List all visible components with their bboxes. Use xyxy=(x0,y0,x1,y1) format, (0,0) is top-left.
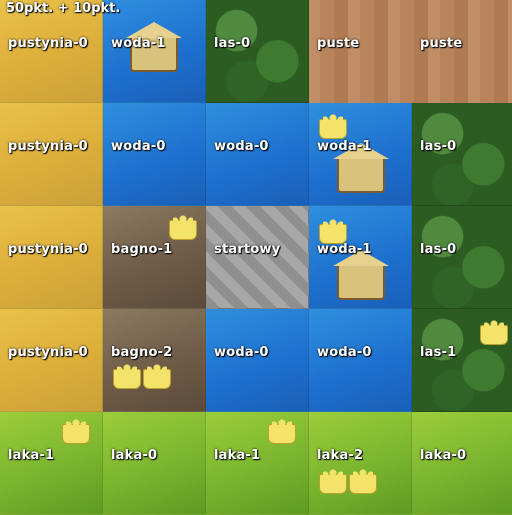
tile-r0c2: las-0 xyxy=(206,0,309,103)
crown-icon xyxy=(113,364,141,389)
tile-r3c4: las-1 xyxy=(412,309,512,412)
tile-label: puste xyxy=(317,36,360,51)
tile-r1c0: pustynia-0 xyxy=(0,103,103,206)
tile-label: woda-0 xyxy=(214,345,269,360)
tile-r4c0: laka-1 xyxy=(0,412,103,515)
tile-label: woda-1 xyxy=(317,242,372,257)
tile-label: laka-2 xyxy=(317,448,364,463)
tile-label: las-0 xyxy=(214,36,251,51)
hut-icon xyxy=(333,250,389,300)
tile-label: bagno-2 xyxy=(111,345,173,360)
tile-label: laka-1 xyxy=(214,448,261,463)
tile-r4c1: laka-0 xyxy=(103,412,206,515)
crown-icon xyxy=(319,114,347,139)
tile-label: laka-0 xyxy=(111,448,158,463)
tile-r3c0: pustynia-0 xyxy=(0,309,103,412)
tile-label: bagno-1 xyxy=(111,242,173,257)
tile-r2c3: woda-1 xyxy=(309,206,412,309)
tile-r1c2: woda-0 xyxy=(206,103,309,206)
tile-r2c2: startowy xyxy=(206,206,309,309)
tile-label: woda-1 xyxy=(111,36,166,51)
crown-icon xyxy=(319,469,347,494)
tile-label: pustynia-0 xyxy=(8,345,88,360)
tile-label: startowy xyxy=(214,242,281,257)
tile-label: las-1 xyxy=(420,345,457,360)
tile-label: woda-0 xyxy=(111,139,166,154)
tile-label: woda-1 xyxy=(317,139,372,154)
tile-r0c4: puste xyxy=(412,0,512,103)
tile-r0c3: puste xyxy=(309,0,412,103)
tile-r2c0: pustynia-0 xyxy=(0,206,103,309)
crown-icon xyxy=(349,469,377,494)
tile-label: pustynia-0 xyxy=(8,242,88,257)
tile-label: laka-1 xyxy=(8,448,55,463)
crown-icon xyxy=(268,419,296,444)
tile-r4c2: laka-1 xyxy=(206,412,309,515)
tile-r3c1: bagno-2 xyxy=(103,309,206,412)
tile-r1c4: las-0 xyxy=(412,103,512,206)
tile-r4c3: laka-2 xyxy=(309,412,412,515)
tile-r2c1: bagno-1 xyxy=(103,206,206,309)
tile-label: laka-0 xyxy=(420,448,467,463)
crown-icon xyxy=(480,320,508,345)
score-label: 50pkt. + 10pkt. xyxy=(6,1,121,16)
tile-label: pustynia-0 xyxy=(8,139,88,154)
tile-r3c2: woda-0 xyxy=(206,309,309,412)
game-board: pustynia-0 woda-1 las-0 puste puste pust… xyxy=(0,0,512,515)
tile-r3c3: woda-0 xyxy=(309,309,412,412)
tile-r2c4: las-0 xyxy=(412,206,512,309)
tile-label: woda-0 xyxy=(214,139,269,154)
tile-label: las-0 xyxy=(420,242,457,257)
tile-label: woda-0 xyxy=(317,345,372,360)
tile-r4c4: laka-0 xyxy=(412,412,512,515)
crown-icon xyxy=(169,215,197,240)
tile-r1c3: woda-1 xyxy=(309,103,412,206)
tile-label: las-0 xyxy=(420,139,457,154)
tile-label: pustynia-0 xyxy=(8,36,88,51)
crown-icon xyxy=(143,364,171,389)
tile-label: puste xyxy=(420,36,463,51)
crown-icon xyxy=(62,419,90,444)
crown-icon xyxy=(319,219,347,244)
tile-r1c1: woda-0 xyxy=(103,103,206,206)
hut-icon xyxy=(333,143,389,193)
